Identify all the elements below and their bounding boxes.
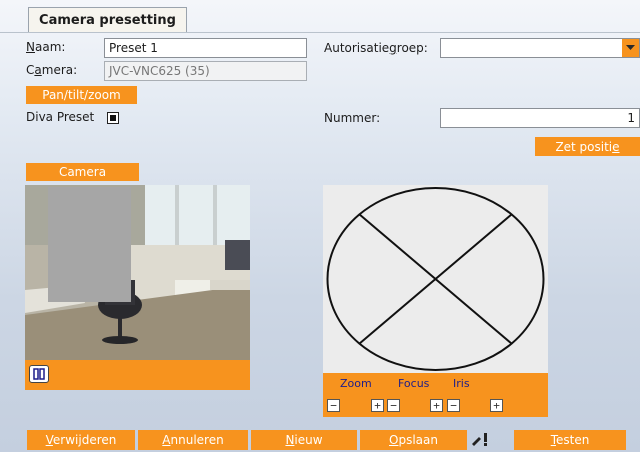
nieuw-label: Nieuw [285,433,323,447]
opslaan-label: Opslaan [389,433,438,447]
camera-section-header: Camera [26,163,139,181]
zoom-label: Zoom [340,377,372,390]
testen-label: Testen [550,433,590,447]
verwijderen-label: Verwijderen [45,433,117,447]
pan-tilt-zoom-header[interactable]: Pan/tilt/zoom [26,86,137,104]
autorisatiegroep-select[interactable] [440,38,640,58]
nummer-label: Nummer: [324,111,381,125]
opslaan-button[interactable]: Opslaan [360,430,467,450]
tab-camera-presetting[interactable]: Camera presetting [28,7,187,33]
annuleren-button[interactable]: Annuleren [138,430,248,450]
pause-icon[interactable] [29,365,49,383]
iris-minus-button[interactable]: − [447,399,460,412]
camera-image [25,185,250,360]
naam-input[interactable]: Preset 1 [104,38,307,58]
verwijderen-button[interactable]: Verwijderen [27,430,135,450]
camera-field: JVC-VNC625 (35) [104,61,307,81]
focus-minus-button[interactable]: − [387,399,400,412]
chevron-down-icon[interactable] [622,39,639,57]
diva-preset-label: Diva Preset [26,110,95,124]
zoom-minus-button[interactable]: − [327,399,340,412]
ptz-control-panel: Zoom Focus Iris − + − + − + [323,185,548,417]
tab-divider [0,32,640,33]
nummer-input[interactable]: 1 [440,108,640,128]
zet-positie-label: Zet positie [555,139,620,154]
diva-preset-checkbox[interactable] [107,112,119,124]
camera-view-panel [25,185,250,390]
focus-label: Focus [398,377,430,390]
checkbox-check [110,115,116,121]
iris-plus-button[interactable]: + [490,399,503,412]
autorisatiegroep-label: Autorisatiegroep: [324,41,428,55]
iris-label: Iris [453,377,470,390]
zoom-plus-button[interactable]: + [371,399,384,412]
nieuw-button[interactable]: Nieuw [251,430,357,450]
focus-plus-button[interactable]: + [430,399,443,412]
zet-positie-button[interactable]: Zet positie [535,137,640,156]
ptz-joystick-area[interactable] [323,185,548,373]
annuleren-label: Annuleren [162,433,224,447]
camera-label: Camera: [26,63,78,77]
pencil-exclamation-icon[interactable] [470,431,494,447]
testen-button[interactable]: Testen [514,430,626,450]
tab-title: Camera presetting [39,13,176,28]
naam-label: Naam: [26,40,66,54]
